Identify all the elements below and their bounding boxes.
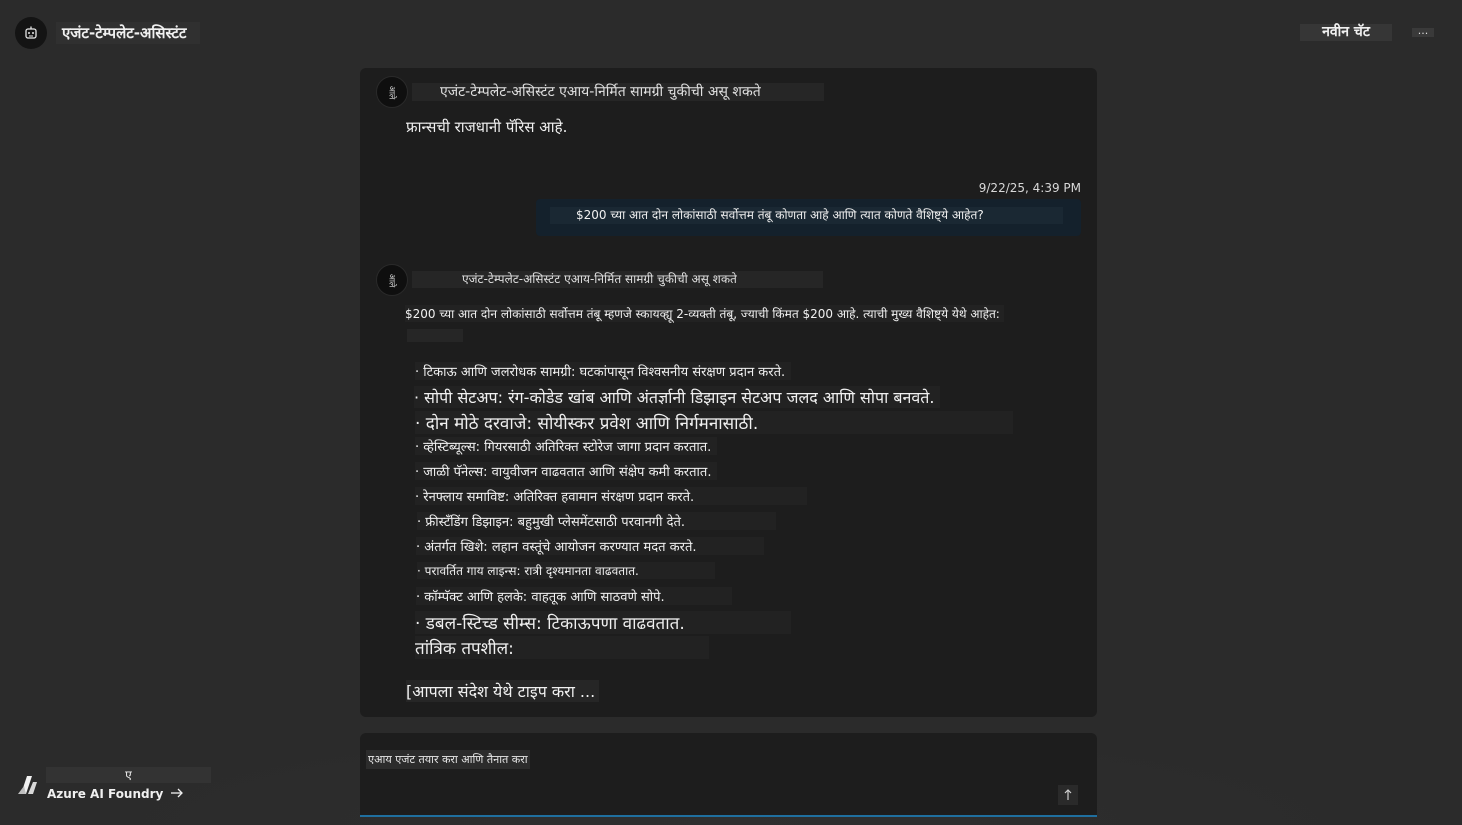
feature-item: · परावर्तित गाय लाइन्स: रात्री दृश्यमानत… bbox=[417, 562, 715, 579]
bot-avatar-label: आले bbox=[387, 273, 397, 287]
arrow-right-icon bbox=[170, 788, 183, 798]
bot-avatar: आले bbox=[376, 264, 408, 296]
send-icon bbox=[1064, 789, 1072, 800]
message-timestamp: 9/22/25, 4:39 PM bbox=[978, 181, 1081, 195]
azure-ai-foundry-link[interactable]: Azure AI Foundry bbox=[47, 787, 184, 801]
new-chat-button[interactable]: नवीन चॅट bbox=[1300, 24, 1392, 41]
feature-item: · सोपी सेटअप: रंग-कोडेड खांब आणि अंतर्ज्… bbox=[414, 386, 941, 408]
feature-item: · फ्रीस्टँडिंग डिझाइन: बहुमुखी प्लेसमेंट… bbox=[417, 512, 776, 530]
bot-avatar-label: आले bbox=[387, 85, 397, 99]
feature-item: · रेनफ्लाय समाविष्ट: अतिरिक्त हवामान संर… bbox=[415, 487, 807, 505]
bot-avatar: आले bbox=[376, 76, 408, 108]
bot-message-text: फ्रान्सची राजधानी पॅरिस आहे. bbox=[406, 118, 568, 136]
agent-name: एजंट-टेम्पलेट-असिस्टंट bbox=[56, 22, 201, 44]
feature-item: · दोन मोठे दरवाजे: सोयीस्कर प्रवेश आणि न… bbox=[415, 411, 1013, 434]
typing-line[interactable]: [आपला संदेश येथे टाइप करा ... bbox=[406, 680, 600, 702]
ai-disclaimer: एजंट-टेम्पलेट-असिस्टंट एआय-निर्मित सामग्… bbox=[412, 83, 824, 101]
feature-item: · अंतर्गत खिशे: लहान वस्तूंचे आयोजन करण्… bbox=[416, 537, 764, 555]
more-options-button[interactable]: ... bbox=[1412, 25, 1434, 37]
message-composer[interactable]: एआय एजंट तयार करा आणि तैनात करा bbox=[360, 733, 1097, 817]
send-button[interactable] bbox=[1058, 785, 1078, 805]
text-artifact bbox=[407, 329, 463, 342]
message-input[interactable]: एआय एजंट तयार करा आणि तैनात करा bbox=[366, 750, 530, 769]
tech-specs-heading: तांत्रिक तपशील: bbox=[415, 636, 709, 659]
feature-item: · व्हेस्टिब्यूल्स: गियरसाठी अतिरिक्त स्ट… bbox=[415, 437, 718, 455]
azure-ai-foundry-link-label: Azure AI Foundry bbox=[47, 787, 164, 801]
user-message-bubble: $200 च्या आत दोन लोकांसाठी सर्वोत्तम तंब… bbox=[536, 199, 1081, 236]
robot-icon bbox=[25, 26, 37, 39]
feature-item: · टिकाऊ आणि जलरोधक सामग्री: घटकांपासून व… bbox=[415, 362, 792, 380]
top-bar: एजंट-टेम्पलेट-असिस्टंट नवीन चॅट ... bbox=[0, 0, 1462, 64]
user-message-text: $200 च्या आत दोन लोकांसाठी सर्वोत्तम तंब… bbox=[550, 207, 1063, 224]
ai-disclaimer: एजंट-टेम्पलेट-असिस्टंट एआय-निर्मित सामग्… bbox=[412, 271, 823, 288]
agent-avatar[interactable] bbox=[15, 17, 47, 49]
feature-item: · जाळी पॅनेल्स: वायुवीजन वाढवतात आणि संक… bbox=[415, 462, 718, 480]
azure-ai-foundry-logo-icon bbox=[18, 776, 37, 794]
brand-top-label: ए bbox=[46, 767, 211, 783]
feature-item: · कॉम्पॅक्ट आणि हलके: वाहतूक आणि साठवणे … bbox=[416, 587, 732, 605]
feature-item: · डबल-स्टिच्ड सीम्स: टिकाऊपणा वाढवतात. bbox=[415, 611, 791, 634]
bot-message-intro: $200 च्या आत दोन लोकांसाठी सर्वोत्तम तंब… bbox=[405, 305, 1004, 322]
chat-panel[interactable]: आले एजंट-टेम्पलेट-असिस्टंट एआय-निर्मित स… bbox=[360, 68, 1097, 717]
